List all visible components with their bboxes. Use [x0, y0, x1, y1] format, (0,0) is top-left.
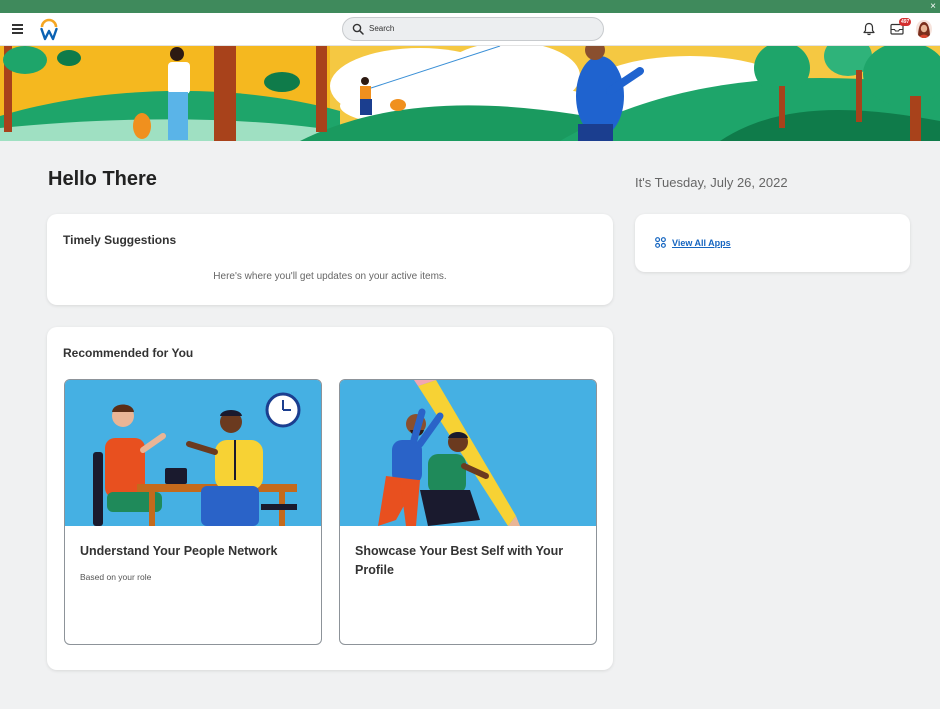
timely-suggestions-title: Timely Suggestions: [63, 233, 177, 247]
timely-suggestions-message: Here's where you'll get updates on your …: [213, 271, 447, 282]
app-header: Search 497: [0, 13, 940, 46]
search-bar[interactable]: Search: [342, 17, 604, 41]
recommended-title: Recommended for You: [63, 346, 194, 360]
header-banner-illustration: [0, 46, 940, 141]
people-network-illustration: [65, 380, 321, 526]
recommendation-subtitle: Based on your role: [80, 572, 152, 582]
recommendation-title: Showcase Your Best Self with Your Profil…: [355, 544, 564, 577]
hamburger-menu-icon[interactable]: [10, 22, 26, 36]
search-icon: [352, 23, 364, 35]
recommended-card: Recommended for You Understand Your Peop…: [47, 327, 613, 670]
current-date: It's Tuesday, July 26, 2022: [635, 175, 788, 190]
page-greeting: Hello There: [48, 168, 157, 190]
view-all-apps-link[interactable]: View All Apps: [655, 237, 731, 248]
recommendation-tile[interactable]: Understand Your People Network Based on …: [64, 379, 322, 645]
apps-card: View All Apps: [635, 214, 910, 272]
user-avatar[interactable]: [916, 20, 932, 38]
grid-apps-icon: [655, 237, 666, 248]
inbox-count-badge: 497: [899, 18, 912, 26]
view-all-apps-label: View All Apps: [672, 237, 731, 248]
recommendation-title: Understand Your People Network: [80, 544, 278, 558]
bell-icon[interactable]: [862, 22, 876, 36]
window-title-bar: ×: [0, 0, 940, 13]
profile-pencil-illustration: [340, 380, 596, 526]
workday-logo[interactable]: [38, 18, 60, 42]
window-close-button[interactable]: ×: [930, 0, 936, 13]
search-placeholder: Search: [369, 24, 395, 33]
timely-suggestions-card: Timely Suggestions Here's where you'll g…: [47, 214, 613, 305]
recommendation-tile[interactable]: Showcase Your Best Self with Your Profil…: [339, 379, 597, 645]
